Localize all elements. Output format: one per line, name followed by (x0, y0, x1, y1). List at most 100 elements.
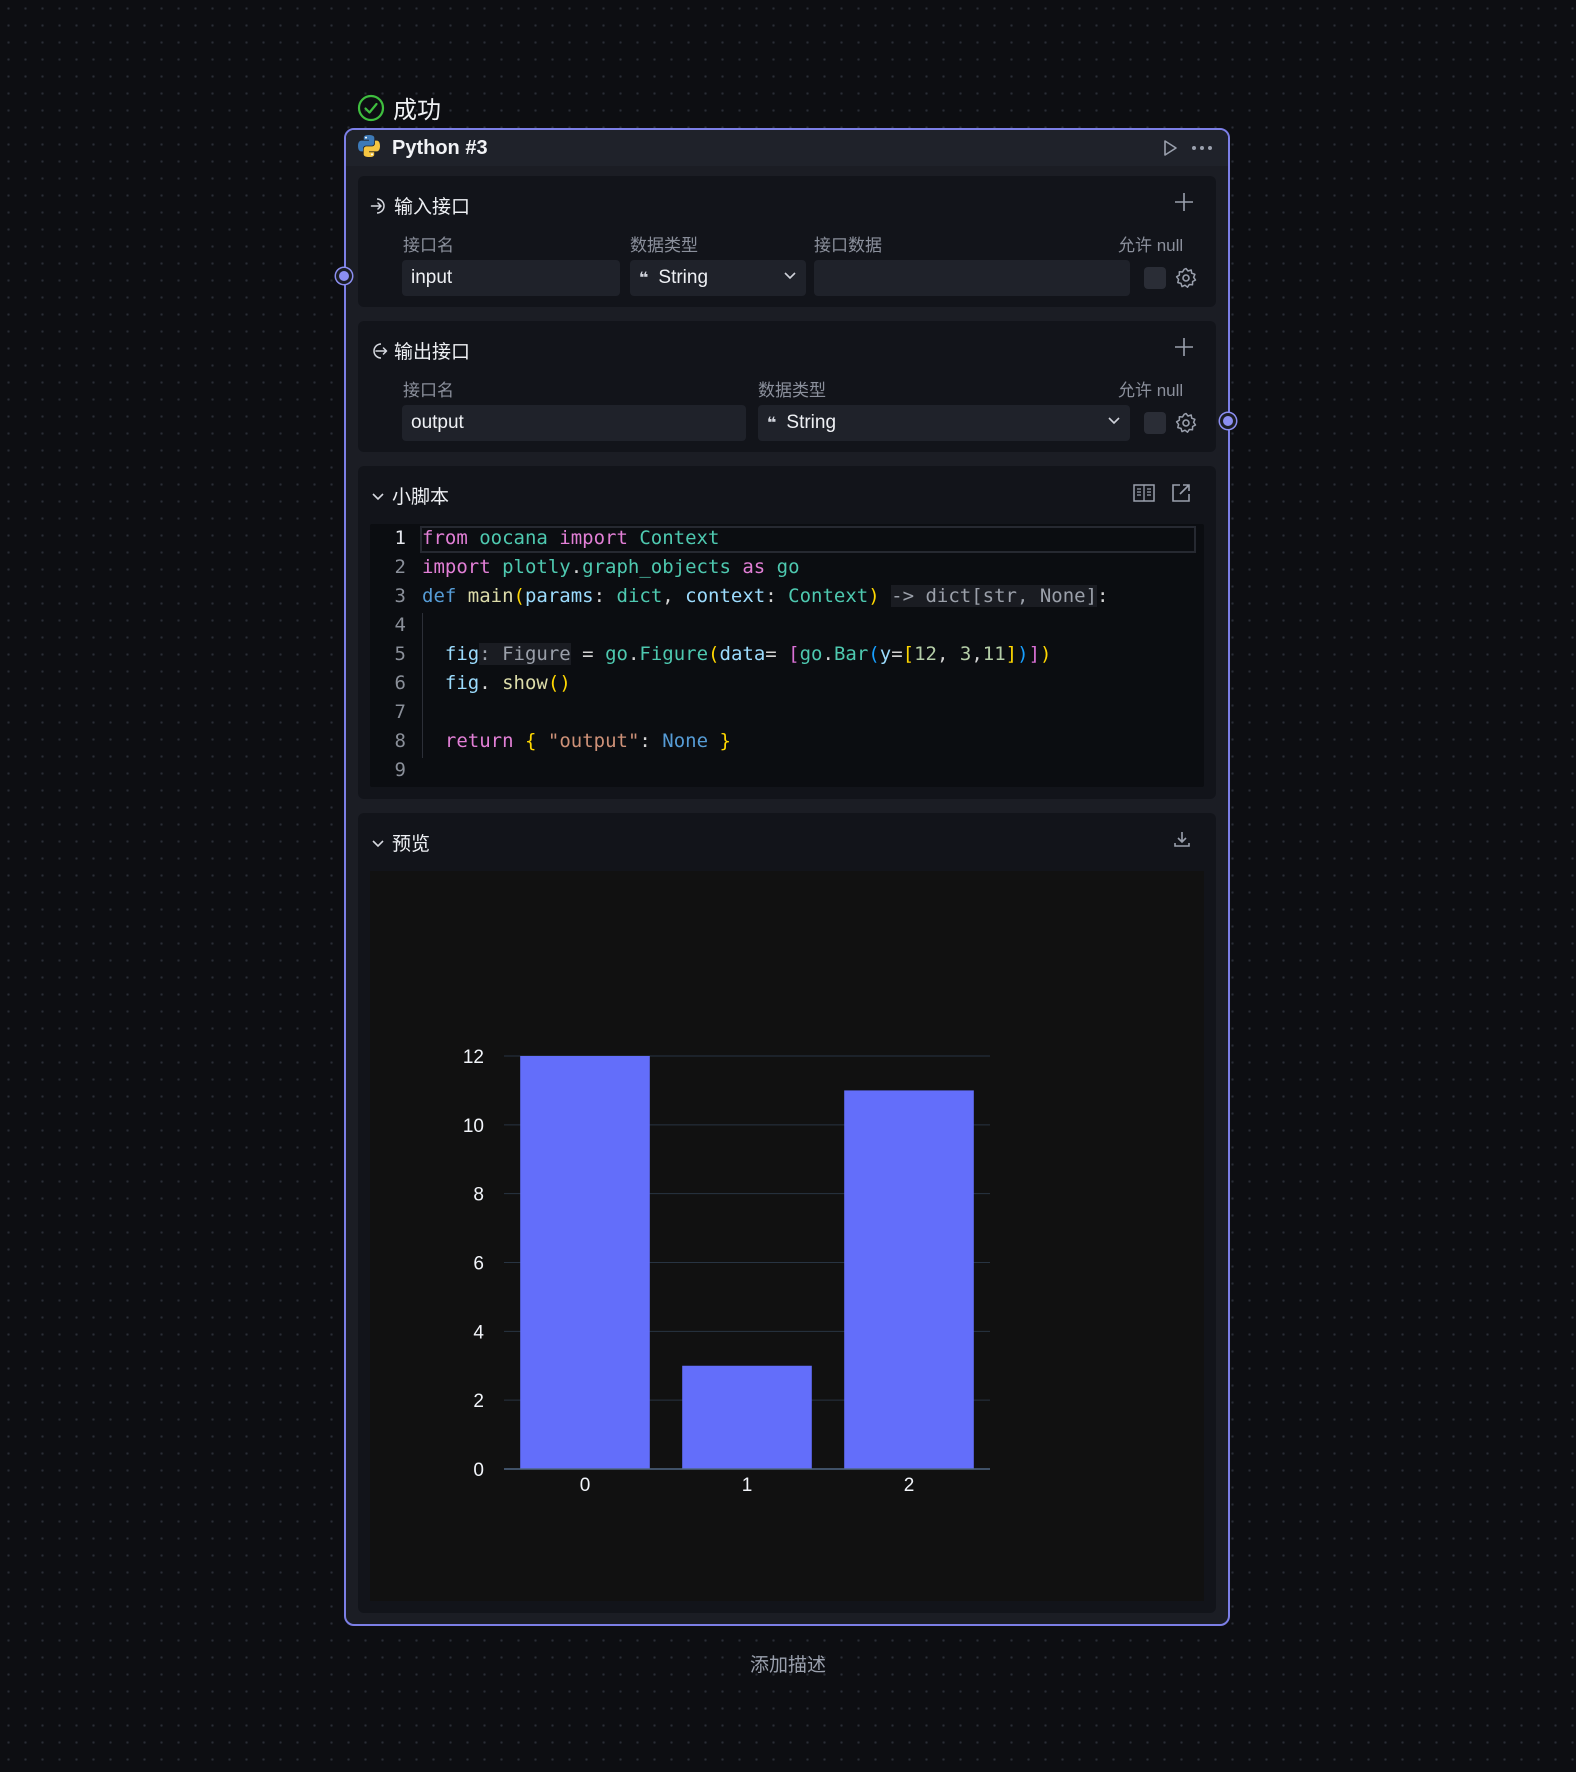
input-nullable-checkbox[interactable] (1144, 267, 1166, 289)
output-col-name: 接口名 (403, 381, 454, 400)
code-token: () (547, 672, 571, 694)
chevron-down-icon (1106, 412, 1122, 434)
output-section-header[interactable]: 输出接口 (370, 337, 470, 364)
code-token: "output" (547, 730, 640, 752)
node-header[interactable]: Python #3 (346, 130, 1228, 166)
code-token: : (639, 730, 663, 752)
code-token: = (765, 643, 789, 665)
chevron-down-icon (782, 267, 798, 289)
book-icon[interactable] (1132, 482, 1156, 509)
code-token: = (570, 643, 606, 665)
code-token: Figure (639, 643, 709, 665)
input-type-value: String (658, 267, 709, 288)
code-token: Bar (833, 643, 869, 665)
bar (844, 1090, 974, 1469)
input-port-handle[interactable] (336, 268, 352, 284)
python-icon (356, 133, 382, 164)
add-output-plus-icon[interactable] (1172, 335, 1196, 359)
preview-section-title: 预览 (392, 834, 431, 855)
code-line[interactable]: 4 (370, 611, 1204, 640)
code-token: context (685, 585, 766, 607)
input-name-field[interactable]: input (402, 260, 620, 296)
play-icon[interactable] (1154, 133, 1186, 163)
bar (682, 1365, 812, 1469)
code-line[interactable]: 1 from oocana import Context (370, 524, 1204, 553)
run-status: 成功 (357, 90, 441, 125)
code-token: Context (788, 585, 869, 607)
download-icon[interactable] (1172, 829, 1192, 854)
input-type-select[interactable]: ❝ String (630, 260, 806, 296)
code-token: data (719, 643, 766, 665)
code-token: : (1097, 585, 1109, 607)
code-token: fig (444, 643, 480, 665)
code-token: . (822, 643, 834, 665)
code-token: . (627, 643, 640, 665)
code-token: oocana (467, 527, 560, 549)
code-line[interactable]: 8 return { "output": None } (370, 727, 1204, 756)
code-token: ) (1040, 643, 1052, 665)
status-label: 成功 (393, 97, 441, 124)
code-token: -> dict[str, None] (891, 585, 1098, 607)
chevron-down-icon[interactable] (370, 488, 386, 504)
code-token: : (765, 585, 789, 607)
y-tick-label: 4 (473, 1322, 484, 1343)
output-section: 输出接口 接口名 数据类型 允许 null output ❝ String (358, 321, 1216, 452)
code-line[interactable]: 7 (370, 698, 1204, 727)
code-token: ) (868, 585, 880, 607)
more-icon[interactable] (1186, 133, 1218, 163)
y-tick-label: 2 (473, 1391, 484, 1412)
input-section: 输入接口 接口名 数据类型 接口数据 允许 null input ❝ Strin… (358, 176, 1216, 307)
code-line[interactable]: 9 (370, 756, 1204, 785)
line-number: 8 (394, 730, 406, 752)
code-line[interactable]: 2 import plotly.graph_objects as go (370, 553, 1204, 582)
code-editor[interactable]: 1 from oocana import Context 2 import plotl… (370, 524, 1204, 787)
script-section-header[interactable]: 小脚本 (370, 482, 449, 509)
input-col-data: 接口数据 (814, 236, 882, 255)
code-token: dict (616, 585, 663, 607)
input-section-title: 输入接口 (394, 197, 471, 218)
line-number: 4 (394, 614, 406, 636)
success-check-icon (357, 94, 385, 121)
code-text: return { "output": None } (422, 727, 731, 756)
python-node[interactable]: Python #3 输入接口 接口名 数据类型 接口数据 允许 null inp… (336, 128, 1236, 1626)
code-token: main (456, 585, 514, 607)
add-description-link[interactable]: 添加描述 (0, 1650, 1576, 1677)
input-col-type: 数据类型 (630, 236, 698, 255)
add-input-plus-icon[interactable] (1172, 190, 1196, 214)
input-settings-gear-icon[interactable] (1174, 266, 1198, 290)
code-token: Context (627, 527, 720, 549)
output-type-select[interactable]: ❝ String (758, 405, 1130, 441)
open-external-icon[interactable] (1170, 482, 1192, 509)
chevron-down-icon[interactable] (370, 835, 386, 851)
input-arrow-icon (370, 197, 388, 215)
output-settings-gear-icon[interactable] (1174, 411, 1198, 435)
code-token: plotly (490, 556, 571, 578)
output-section-title: 输出接口 (394, 342, 471, 363)
code-text: fig. show() (422, 669, 571, 698)
line-number: 3 (394, 585, 406, 607)
output-nullable-checkbox[interactable] (1144, 412, 1166, 434)
y-tick-label: 12 (463, 1047, 484, 1068)
code-token: as (730, 556, 766, 578)
output-name-value: output (411, 412, 464, 433)
code-line[interactable]: 6 fig. show() (370, 669, 1204, 698)
line-number: 5 (394, 643, 406, 665)
code-line[interactable]: 3 def main(params: dict, context: Context… (370, 582, 1204, 611)
code-token: { (524, 730, 537, 752)
bar-chart: 0246810120 1 2 (463, 1047, 990, 1496)
code-token: 3 (959, 643, 972, 665)
preview-section-header[interactable]: 预览 (370, 829, 430, 856)
input-section-header[interactable]: 输入接口 (370, 192, 470, 219)
y-tick-label: 6 (473, 1254, 484, 1275)
code-line[interactable]: 5 fig: Figure = go.Figure(data= [go.Bar(… (370, 640, 1204, 669)
output-port-handle[interactable] (1220, 413, 1236, 429)
input-data-field[interactable] (814, 260, 1130, 296)
code-token: ) (1017, 643, 1029, 665)
code-token: return (444, 730, 514, 752)
output-name-field[interactable]: output (402, 405, 746, 441)
code-token: . (479, 672, 503, 694)
code-token: 12 (914, 643, 937, 665)
